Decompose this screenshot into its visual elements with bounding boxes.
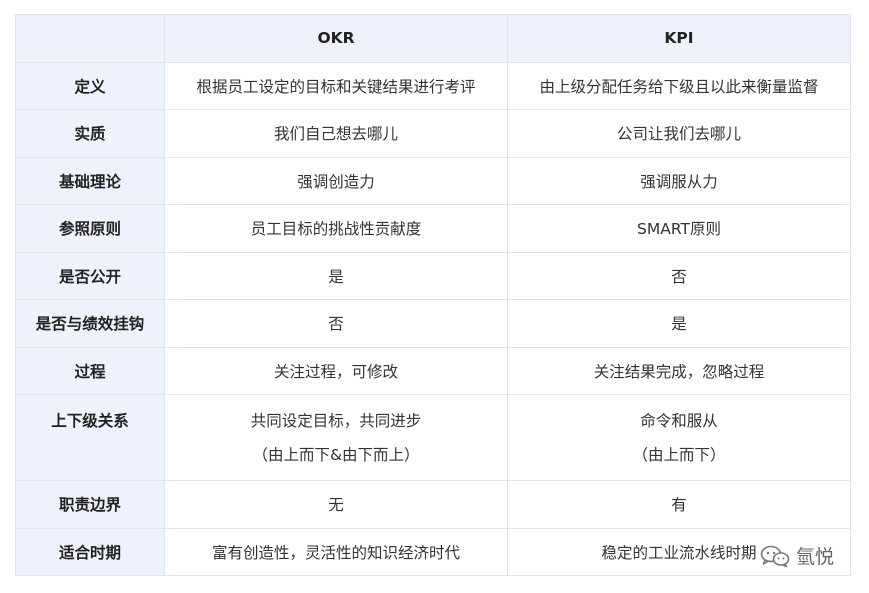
okr-cell: 是 bbox=[164, 251, 508, 300]
okr-cell: 共同设定目标，共同进步 （由上而下&由下而上） bbox=[164, 394, 508, 481]
header-kpi: KPI bbox=[507, 14, 851, 63]
row-label: 参照原则 bbox=[15, 204, 165, 253]
okr-cell-line-2: （由上而下&由下而上） bbox=[252, 446, 420, 464]
kpi-cell: 否 bbox=[507, 251, 851, 300]
kpi-cell: 命令和服从 （由上而下） bbox=[507, 394, 851, 481]
okr-cell: 无 bbox=[164, 480, 508, 529]
kpi-cell: 关注结果完成，忽略过程 bbox=[507, 346, 851, 395]
row-label: 是否与绩效挂钩 bbox=[15, 299, 165, 348]
kpi-cell: 公司让我们去哪儿 bbox=[507, 109, 851, 158]
row-label: 过程 bbox=[15, 346, 165, 395]
kpi-cell: SMART原则 bbox=[507, 204, 851, 253]
okr-cell: 关注过程，可修改 bbox=[164, 346, 508, 395]
table-row: 实质 我们自己想去哪儿 公司让我们去哪儿 bbox=[15, 109, 851, 158]
row-label: 上下级关系 bbox=[15, 394, 165, 481]
kpi-cell: 由上级分配任务给下级且以此来衡量监督 bbox=[507, 61, 851, 110]
kpi-cell: 是 bbox=[507, 299, 851, 348]
table-row: 参照原则 员工目标的挑战性贡献度 SMART原则 bbox=[15, 204, 851, 253]
kpi-cell-line-2: （由上而下） bbox=[632, 446, 726, 464]
table-row: 职责边界 无 有 bbox=[15, 480, 851, 529]
table-row: 是否与绩效挂钩 否 是 bbox=[15, 299, 851, 348]
row-label: 定义 bbox=[15, 61, 165, 110]
kpi-cell: 强调服从力 bbox=[507, 156, 851, 205]
kpi-cell-line-1: 命令和服从 bbox=[640, 412, 718, 430]
okr-cell: 强调创造力 bbox=[164, 156, 508, 205]
header-okr: OKR bbox=[164, 14, 508, 63]
okr-cell: 富有创造性，灵活性的知识经济时代 bbox=[164, 527, 508, 576]
wechat-icon bbox=[760, 545, 790, 567]
okr-kpi-comparison-table: OKR KPI 定义 根据员工设定的目标和关键结果进行考评 由上级分配任务给下级… bbox=[15, 14, 851, 576]
row-label: 实质 bbox=[15, 109, 165, 158]
row-label: 基础理论 bbox=[15, 156, 165, 205]
okr-cell: 我们自己想去哪儿 bbox=[164, 109, 508, 158]
table-header-row: OKR KPI bbox=[15, 14, 851, 63]
okr-cell: 根据员工设定的目标和关键结果进行考评 bbox=[164, 61, 508, 110]
table-row: 是否公开 是 否 bbox=[15, 251, 851, 300]
header-empty-cell bbox=[15, 14, 165, 63]
row-label: 是否公开 bbox=[15, 251, 165, 300]
row-label: 职责边界 bbox=[15, 480, 165, 529]
comparison-table-container: OKR KPI 定义 根据员工设定的目标和关键结果进行考评 由上级分配任务给下级… bbox=[15, 14, 851, 576]
okr-cell-line-1: 共同设定目标，共同进步 bbox=[250, 412, 422, 430]
table-row: 过程 关注过程，可修改 关注结果完成，忽略过程 bbox=[15, 346, 851, 395]
table-row: 定义 根据员工设定的目标和关键结果进行考评 由上级分配任务给下级且以此来衡量监督 bbox=[15, 61, 851, 110]
table-row: 上下级关系 共同设定目标，共同进步 （由上而下&由下而上） 命令和服从 （由上而… bbox=[15, 394, 851, 481]
watermark-text: 氫悦 bbox=[796, 546, 835, 568]
kpi-cell: 有 bbox=[507, 480, 851, 529]
table-row: 适合时期 富有创造性，灵活性的知识经济时代 稳定的工业流水线时期 bbox=[15, 527, 851, 576]
table-row: 基础理论 强调创造力 强调服从力 bbox=[15, 156, 851, 205]
okr-cell: 否 bbox=[164, 299, 508, 348]
row-label: 适合时期 bbox=[15, 527, 165, 576]
okr-cell: 员工目标的挑战性贡献度 bbox=[164, 204, 508, 253]
watermark: 氫悦 bbox=[760, 542, 834, 569]
